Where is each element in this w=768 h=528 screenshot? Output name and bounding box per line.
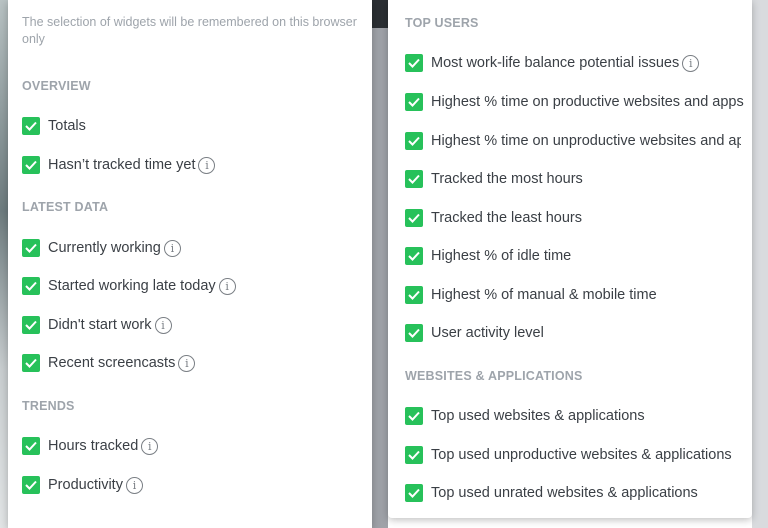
check-icon	[408, 290, 420, 300]
widget-option-currently-working[interactable]: Currently working i	[22, 237, 181, 259]
info-icon[interactable]: i	[163, 239, 181, 257]
widget-label-top-unproductive: Top used unproductive websites & applica…	[431, 447, 732, 463]
check-icon	[408, 58, 420, 68]
checkbox-top-used[interactable]	[405, 407, 423, 425]
widget-option-top-unproductive[interactable]: Top used unproductive websites & applica…	[405, 444, 732, 466]
widget-option-manual-mobile[interactable]: Highest % of manual & mobile time	[405, 284, 657, 306]
info-icon[interactable]: i	[682, 54, 700, 72]
check-icon	[408, 251, 420, 261]
checkbox-activity-level[interactable]	[405, 324, 423, 342]
checkbox-hours-tracked[interactable]	[22, 437, 40, 455]
widget-option-work-life[interactable]: Most work-life balance potential issues …	[405, 52, 700, 74]
widget-label-productivity: Productivity	[48, 477, 123, 493]
widget-option-idle-time[interactable]: Highest % of idle time	[405, 245, 571, 267]
widget-label-started-late: Started working late today	[48, 278, 216, 294]
widget-option-top-unrated[interactable]: Top used unrated websites & applications	[405, 482, 698, 504]
check-icon	[25, 441, 37, 451]
check-icon	[25, 480, 37, 490]
widget-option-started-late[interactable]: Started working late today i	[22, 275, 236, 297]
check-icon	[25, 358, 37, 368]
widget-label-recent-screencasts: Recent screencasts	[48, 355, 176, 371]
checkbox-started-late[interactable]	[22, 277, 40, 295]
checkbox-top-unrated[interactable]	[405, 484, 423, 502]
checkbox-least-hours[interactable]	[405, 209, 423, 227]
background-left	[0, 0, 8, 528]
check-icon	[408, 411, 420, 421]
widget-label-activity-level: User activity level	[431, 325, 544, 341]
check-icon	[25, 243, 37, 253]
section-trends: TRENDS	[22, 399, 75, 413]
check-icon	[408, 174, 420, 184]
check-icon	[25, 281, 37, 291]
checkbox-totals[interactable]	[22, 117, 40, 135]
check-icon	[408, 97, 420, 107]
widget-label-least-hours: Tracked the least hours	[431, 210, 582, 226]
checkbox-manual-mobile[interactable]	[405, 286, 423, 304]
background-middle	[372, 0, 388, 528]
check-icon	[25, 121, 37, 131]
widget-label-manual-mobile: Highest % of manual & mobile time	[431, 287, 657, 303]
section-latest-data: LATEST DATA	[22, 200, 109, 214]
widget-option-top-used[interactable]: Top used websites & applications	[405, 405, 645, 427]
section-top-users: TOP USERS	[405, 16, 479, 30]
widget-label-didnt-start: Didn't start work	[48, 317, 152, 333]
check-icon	[408, 136, 420, 146]
widget-option-productive[interactable]: Highest % time on productive websites an…	[405, 91, 744, 113]
widget-option-totals[interactable]: Totals	[22, 115, 86, 137]
check-icon	[408, 488, 420, 498]
widget-label-top-unrated: Top used unrated websites & applications	[431, 485, 698, 501]
widget-option-hasnt-tracked[interactable]: Hasn’t tracked time yet i	[22, 154, 216, 176]
widget-label-most-hours: Tracked the most hours	[431, 171, 583, 187]
background-right	[752, 0, 768, 528]
widget-label-hasnt-tracked: Hasn’t tracked time yet	[48, 157, 196, 173]
widget-label-totals: Totals	[48, 118, 86, 134]
widget-option-hours-tracked[interactable]: Hours tracked i	[22, 435, 159, 457]
info-icon[interactable]: i	[218, 277, 236, 295]
widget-label-top-used: Top used websites & applications	[431, 408, 645, 424]
widget-option-most-hours[interactable]: Tracked the most hours	[405, 168, 583, 190]
check-icon	[408, 450, 420, 460]
widget-label-currently-working: Currently working	[48, 240, 161, 256]
widget-option-least-hours[interactable]: Tracked the least hours	[405, 207, 582, 229]
info-icon[interactable]: i	[198, 156, 216, 174]
widget-selector-right-panel: TOP USERS Most work-life balance potenti…	[388, 0, 752, 518]
widget-label-idle-time: Highest % of idle time	[431, 248, 572, 264]
checkbox-hasnt-tracked[interactable]	[22, 156, 40, 174]
checkbox-unproductive[interactable]	[405, 132, 423, 150]
widget-option-recent-screencasts[interactable]: Recent screencasts i	[22, 352, 196, 374]
checkbox-top-unproductive[interactable]	[405, 446, 423, 464]
info-icon[interactable]: i	[125, 476, 143, 494]
checkbox-productive[interactable]	[405, 93, 423, 111]
checkbox-recent-screencasts[interactable]	[22, 354, 40, 372]
widget-label-unproductive: Highest % time on unproductive websites …	[431, 133, 741, 149]
info-icon[interactable]: i	[154, 316, 172, 334]
section-websites-applications: WEBSITES & APPLICATIONS	[405, 369, 583, 383]
widget-option-productivity[interactable]: Productivity i	[22, 474, 143, 496]
check-icon	[408, 328, 420, 338]
widget-option-activity-level[interactable]: User activity level	[405, 322, 544, 344]
widget-label-hours-tracked: Hours tracked	[48, 438, 139, 454]
checkbox-work-life[interactable]	[405, 54, 423, 72]
widget-label-work-life: Most work-life balance potential issues	[431, 55, 680, 71]
info-icon[interactable]: i	[141, 437, 159, 455]
background-middle-top	[372, 0, 388, 28]
check-icon	[25, 320, 37, 330]
check-icon	[408, 213, 420, 223]
checkbox-didnt-start[interactable]	[22, 316, 40, 334]
check-icon	[25, 160, 37, 170]
checkbox-idle-time[interactable]	[405, 247, 423, 265]
remember-note: The selection of widgets will be remembe…	[22, 15, 357, 46]
checkbox-most-hours[interactable]	[405, 170, 423, 188]
section-overview: OVERVIEW	[22, 79, 91, 93]
widget-option-didnt-start[interactable]: Didn't start work i	[22, 314, 172, 336]
info-icon[interactable]: i	[178, 354, 196, 372]
checkbox-currently-working[interactable]	[22, 239, 40, 257]
widget-selector-left-panel: The selection of widgets will be remembe…	[8, 0, 372, 528]
checkbox-productivity[interactable]	[22, 476, 40, 494]
widget-option-unproductive[interactable]: Highest % time on unproductive websites …	[405, 130, 741, 152]
widget-label-productive: Highest % time on productive websites an…	[431, 94, 744, 110]
